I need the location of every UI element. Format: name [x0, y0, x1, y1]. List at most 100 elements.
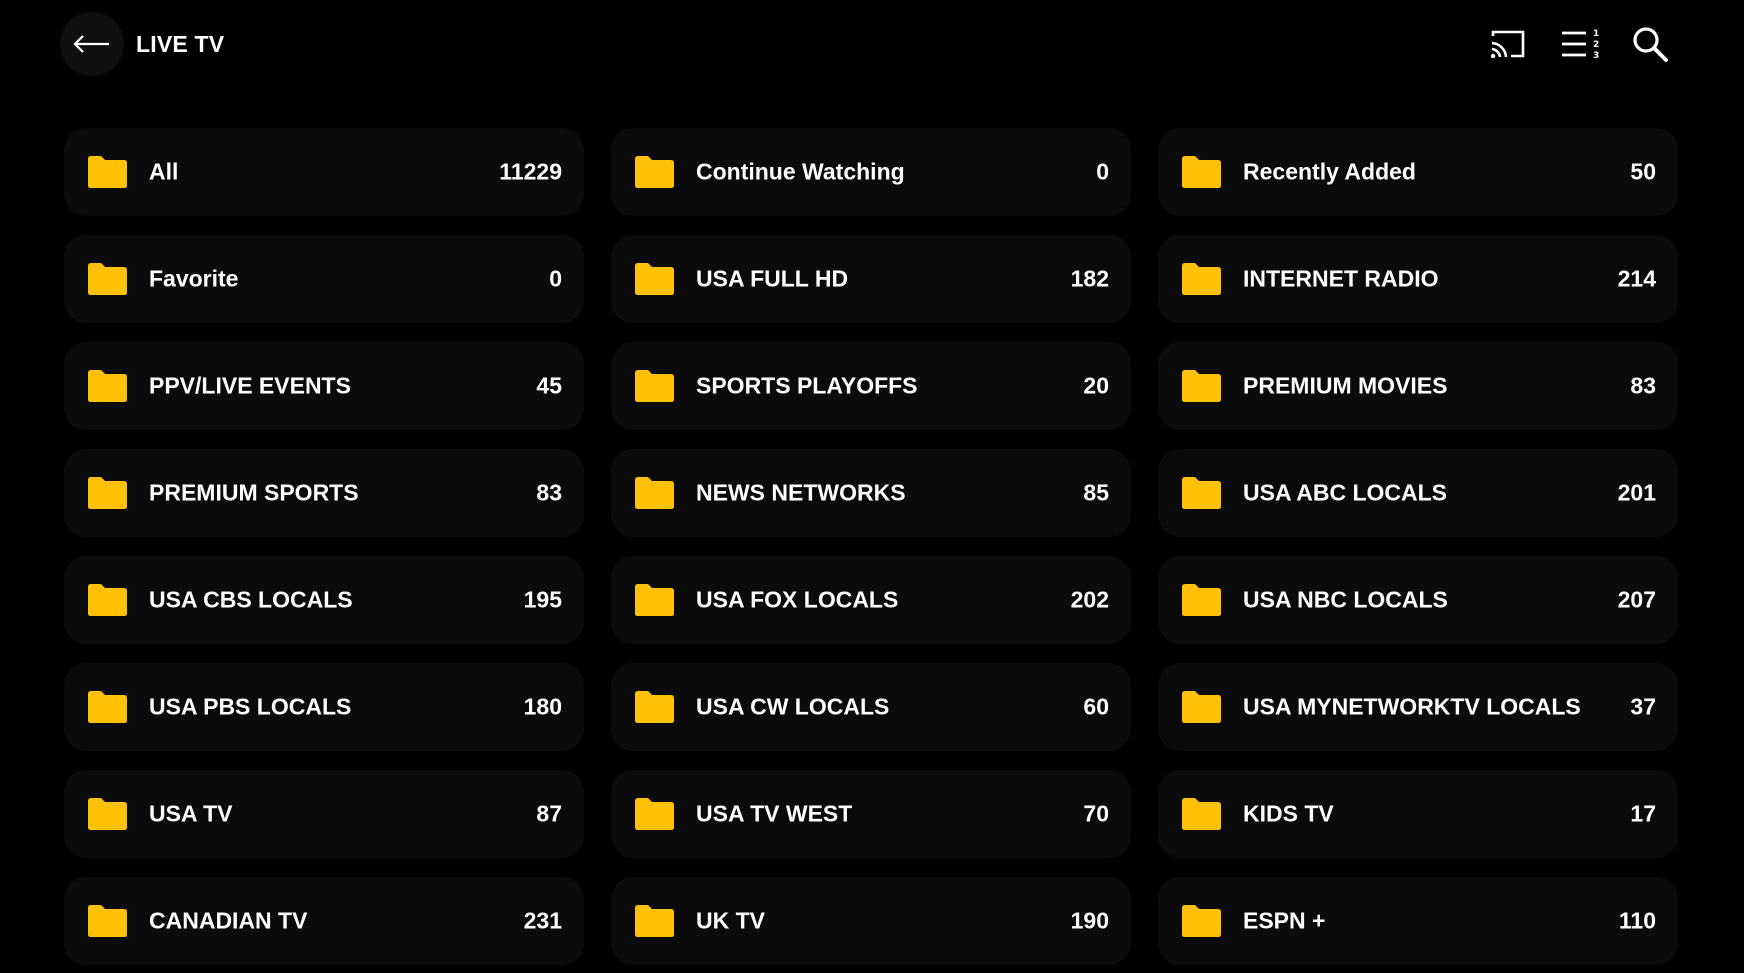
- category-label: USA TV: [149, 800, 233, 827]
- page-title: LIVE TV: [136, 31, 225, 57]
- category-count: 45: [536, 372, 562, 399]
- category-label: PREMIUM MOVIES: [1243, 372, 1448, 399]
- category-tile[interactable]: ESPN + 110: [1158, 877, 1678, 965]
- folder-icon: [635, 905, 674, 937]
- category-tile[interactable]: NEWS NETWORKS 85: [611, 449, 1131, 537]
- category-label: USA TV WEST: [696, 800, 853, 827]
- category-label: USA NBC LOCALS: [1243, 586, 1448, 613]
- folder-icon: [635, 156, 674, 188]
- category-tile[interactable]: USA MYNETWORKTV LOCALS 37: [1158, 663, 1678, 751]
- category-count: 37: [1630, 693, 1656, 720]
- folder-icon: [635, 798, 674, 830]
- cast-button[interactable]: [1488, 24, 1528, 64]
- sort-button[interactable]: 1 2 3: [1560, 24, 1600, 64]
- category-tile[interactable]: USA NBC LOCALS 207: [1158, 556, 1678, 644]
- category-tile[interactable]: USA FOX LOCALS 202: [611, 556, 1131, 644]
- category-count: 195: [523, 586, 562, 613]
- category-tile[interactable]: PPV/LIVE EVENTS 45: [64, 342, 584, 430]
- category-tile[interactable]: USA ABC LOCALS 201: [1158, 449, 1678, 537]
- category-label: USA ABC LOCALS: [1243, 479, 1448, 506]
- category-tile[interactable]: USA CW LOCALS 60: [611, 663, 1131, 751]
- category-count: 110: [1618, 907, 1656, 934]
- category-count: 201: [1617, 479, 1656, 506]
- search-button[interactable]: [1630, 24, 1670, 64]
- category-count: 20: [1083, 372, 1109, 399]
- category-label: KIDS TV: [1243, 800, 1334, 827]
- category-count: 0: [1096, 158, 1109, 185]
- category-label: INTERNET RADIO: [1243, 265, 1439, 292]
- category-label: USA CBS LOCALS: [149, 586, 353, 613]
- category-label: USA MYNETWORKTV LOCALS: [1243, 693, 1581, 720]
- category-count: 214: [1617, 265, 1656, 292]
- category-count: 190: [1070, 907, 1109, 934]
- folder-icon: [635, 477, 674, 509]
- category-count: 85: [1083, 479, 1109, 506]
- category-count: 83: [536, 479, 562, 506]
- category-tile[interactable]: Continue Watching 0: [611, 128, 1131, 216]
- folder-icon: [1182, 905, 1221, 937]
- category-label: UK TV: [696, 907, 765, 934]
- category-label: PPV/LIVE EVENTS: [149, 372, 351, 399]
- folder-icon: [635, 263, 674, 295]
- folder-icon: [1182, 156, 1221, 188]
- category-tile[interactable]: Favorite 0: [64, 235, 584, 323]
- category-tile[interactable]: PREMIUM SPORTS 83: [64, 449, 584, 537]
- folder-icon: [1182, 691, 1221, 723]
- category-count: 87: [536, 800, 562, 827]
- folder-icon: [88, 156, 127, 188]
- category-tile[interactable]: USA FULL HD 182: [611, 235, 1131, 323]
- category-label: Recently Added: [1243, 158, 1416, 185]
- folder-icon: [88, 905, 127, 937]
- folder-icon: [1182, 370, 1221, 402]
- category-count: 11229: [499, 158, 562, 185]
- category-count: 207: [1617, 586, 1656, 613]
- category-count: 0: [549, 265, 562, 292]
- category-count: 231: [523, 907, 562, 934]
- cast-icon: [1490, 30, 1525, 59]
- folder-icon: [88, 798, 127, 830]
- folder-icon: [1182, 584, 1221, 616]
- category-label: Favorite: [149, 265, 239, 292]
- category-tile[interactable]: KIDS TV 17: [1158, 770, 1678, 858]
- category-label: USA CW LOCALS: [696, 693, 890, 720]
- category-label: Continue Watching: [696, 158, 905, 185]
- folder-icon: [88, 477, 127, 509]
- category-count: 202: [1070, 586, 1109, 613]
- category-tile[interactable]: PREMIUM MOVIES 83: [1158, 342, 1678, 430]
- svg-text:1: 1: [1593, 29, 1599, 39]
- category-label: CANADIAN TV: [149, 907, 308, 934]
- category-tile[interactable]: Recently Added 50: [1158, 128, 1678, 216]
- svg-text:2: 2: [1593, 40, 1599, 50]
- category-count: 17: [1630, 800, 1656, 827]
- category-tile[interactable]: UK TV 190: [611, 877, 1131, 965]
- category-tile[interactable]: USA PBS LOCALS 180: [64, 663, 584, 751]
- folder-icon: [88, 263, 127, 295]
- category-tile[interactable]: USA TV WEST 70: [611, 770, 1131, 858]
- category-label: PREMIUM SPORTS: [149, 479, 359, 506]
- category-tile[interactable]: SPORTS PLAYOFFS 20: [611, 342, 1131, 430]
- category-count: 50: [1630, 158, 1656, 185]
- category-tile[interactable]: INTERNET RADIO 214: [1158, 235, 1678, 323]
- top-bar: LIVE TV 1 2 3: [0, 0, 1744, 90]
- folder-icon: [1182, 477, 1221, 509]
- category-label: USA FULL HD: [696, 265, 849, 292]
- category-count: 182: [1070, 265, 1109, 292]
- category-count: 180: [523, 693, 562, 720]
- back-button[interactable]: [60, 12, 124, 76]
- category-grid: All 11229 Continue Watching 0 Recently Added…: [64, 128, 1678, 965]
- folder-icon: [635, 584, 674, 616]
- folder-icon: [635, 691, 674, 723]
- category-tile[interactable]: All 11229: [64, 128, 584, 216]
- folder-icon: [88, 691, 127, 723]
- sort-list-icon: 1 2 3: [1562, 29, 1599, 61]
- folder-icon: [1182, 263, 1221, 295]
- category-label: NEWS NETWORKS: [696, 479, 906, 506]
- category-tile[interactable]: CANADIAN TV 231: [64, 877, 584, 965]
- category-tile[interactable]: USA CBS LOCALS 195: [64, 556, 584, 644]
- category-label: ESPN +: [1243, 907, 1326, 934]
- search-icon: [1633, 27, 1668, 62]
- folder-icon: [635, 370, 674, 402]
- category-count: 83: [1630, 372, 1656, 399]
- category-count: 60: [1083, 693, 1109, 720]
- category-tile[interactable]: USA TV 87: [64, 770, 584, 858]
